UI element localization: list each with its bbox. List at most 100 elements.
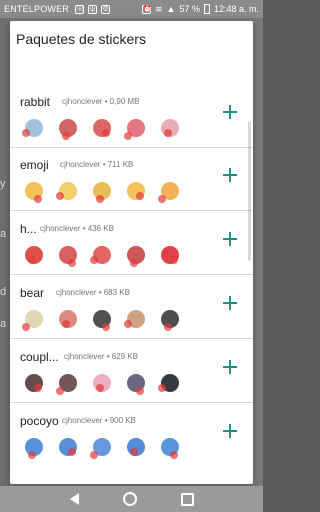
sticker-packs-dialog: Paquetes de stickers rabbit cjhonclever … [10,21,253,484]
sticker-accent [22,323,30,331]
sticker-accent [124,320,132,328]
sticker-pack-rabbit[interactable]: rabbit cjhonclever • 0,90 MB [10,89,253,148]
sticker-accent [136,387,144,395]
plus-icon[interactable] [223,232,237,246]
pack-name: bear [20,286,45,300]
sticker-accent [96,195,104,203]
signal-icon: ▲ [166,4,176,14]
sticker-thumbnail [54,370,82,396]
battery-level: 57 % [179,4,200,14]
pack-meta: cjhonclever • 900 KB [62,416,136,425]
sticker-accent [90,451,98,459]
home-circle-icon[interactable] [122,492,137,506]
plus-icon[interactable] [223,105,237,119]
sticker-previews [20,434,184,460]
sticker-accent [164,323,172,331]
sticker-thumbnail [122,434,150,460]
sticker-accent [164,129,172,137]
sticker-accent [34,384,42,392]
sticker-accent [28,256,36,264]
sticker-pack-hearts[interactable]: h... cjhonclever • 436 KB [10,216,253,275]
sticker-thumbnail [156,115,184,141]
sticker-thumbnail [54,115,82,141]
sticker-accent [102,129,110,137]
sticker-pack-couples[interactable]: coupl... cjhonclever • 629 KB [10,344,253,403]
sticker-pack-pocoyo[interactable]: pocoyo cjhonclever • 900 KB [10,408,253,466]
sticker-pack-emoji[interactable]: emoji cjhonclever • 711 KB [10,152,253,211]
sticker-accent [124,132,132,140]
status-bar: ENTELPOWER ☏ ψ ⚙ ⏰ ≋ ▲ 57 % 12:48 a. m. [0,0,263,18]
sticker-thumbnail [156,242,184,268]
sticker-thumbnail [88,115,116,141]
sticker-thumbnail [122,370,150,396]
sticker-accent [170,451,178,459]
sticker-accent [158,384,166,392]
plus-icon[interactable] [223,296,237,310]
sticker-thumbnail [88,178,116,204]
pack-name: emoji [20,158,49,172]
sticker-pack-bear[interactable]: bear cjhonclever • 683 KB [10,280,253,339]
sticker-thumbnail [156,370,184,396]
pack-meta: cjhonclever • 629 KB [64,352,138,361]
pack-name: rabbit [20,95,51,109]
navigation-bar [0,486,263,512]
sticker-thumbnail [20,242,48,268]
sticker-thumbnail [54,434,82,460]
sticker-accent [56,192,64,200]
sticker-thumbnail [88,434,116,460]
sticker-thumbnail [156,434,184,460]
sticker-accent [22,129,30,137]
whatsapp-notification-icon: ☏ [75,4,85,14]
carrier-name: ENTELPOWER [4,4,70,14]
sticker-previews [20,306,184,332]
plus-icon[interactable] [223,168,237,182]
sticker-previews [20,115,184,141]
pack-meta: cjhonclever • 0,90 MB [62,97,140,106]
pack-meta: cjhonclever • 683 KB [56,288,130,297]
phone-screen: ENTELPOWER ☏ ψ ⚙ ⏰ ≋ ▲ 57 % 12:48 a. m. … [0,0,263,512]
sticker-previews [20,178,184,204]
pack-name: h... [20,222,37,236]
plus-icon[interactable] [223,424,237,438]
sticker-previews [20,370,184,396]
scrollbar[interactable] [248,121,251,261]
sticker-accent [158,195,166,203]
sticker-accent [130,448,138,456]
pack-meta: cjhonclever • 436 KB [40,224,114,233]
pack-name: coupl... [20,350,59,364]
sticker-accent [96,384,104,392]
sticker-thumbnail [20,370,48,396]
alarm-icon: ⏰ [141,4,152,14]
sticker-thumbnail [156,306,184,332]
pack-meta: cjhonclever • 711 KB [60,160,134,169]
sticker-thumbnail [88,242,116,268]
sticker-accent [68,448,76,456]
wifi-icon: ≋ [154,3,163,14]
sticker-thumbnail [54,306,82,332]
back-triangle-icon[interactable] [69,493,79,505]
dialog-title: Paquetes de stickers [16,31,146,47]
recents-square-icon[interactable] [180,492,194,506]
sticker-thumbnail [88,370,116,396]
sticker-accent [102,323,110,331]
background-text-fragment: y [0,178,6,190]
sticker-thumbnail [20,306,48,332]
sticker-thumbnail [156,178,184,204]
sticker-thumbnail [122,306,150,332]
sticker-accent [170,256,178,264]
battery-icon [203,4,210,14]
sticker-accent [136,192,144,200]
sticker-thumbnail [20,115,48,141]
sticker-previews [20,242,184,268]
sticker-thumbnail [122,242,150,268]
sticker-accent [34,195,42,203]
sticker-thumbnail [20,178,48,204]
sticker-thumbnail [54,242,82,268]
sticker-thumbnail [20,434,48,460]
plus-icon[interactable] [223,360,237,374]
background-text-fragment: a [0,228,7,240]
settings-notification-icon: ⚙ [101,4,111,14]
sticker-thumbnail [122,178,150,204]
sticker-accent [130,259,138,267]
sticker-thumbnail [54,178,82,204]
